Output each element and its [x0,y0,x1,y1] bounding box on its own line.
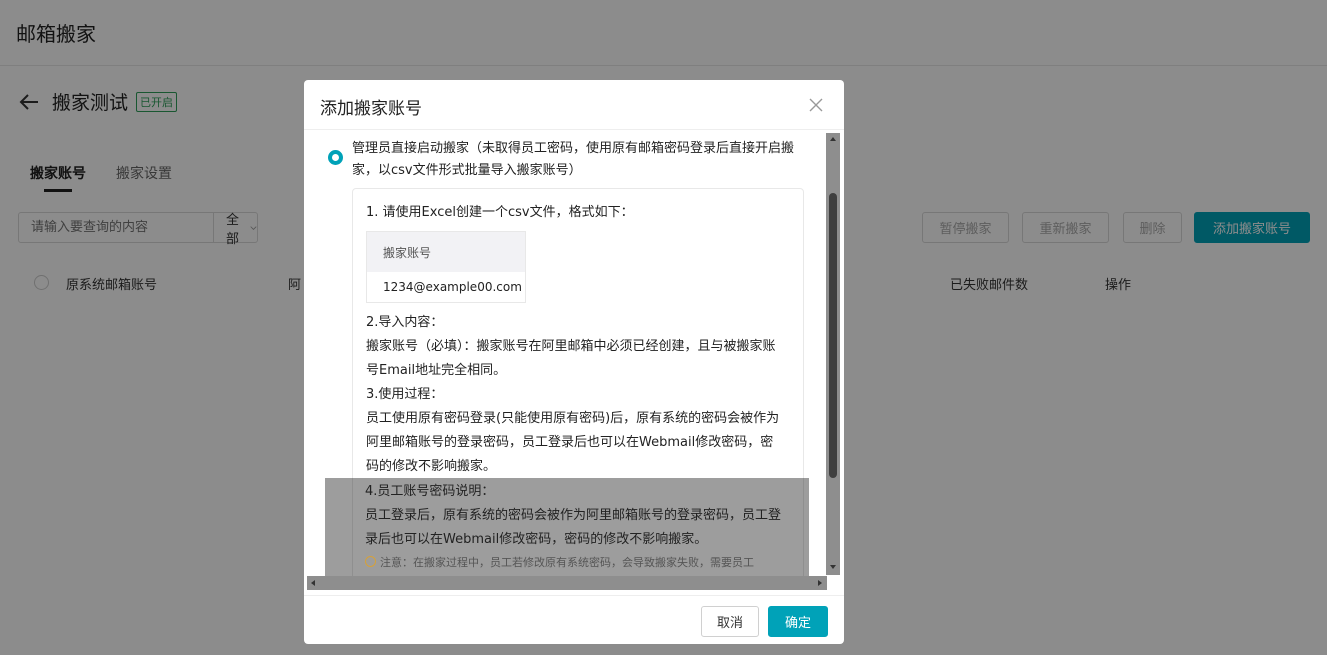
step2-title: 2.导入内容： [366,315,444,330]
vertical-scrollbar[interactable] [826,133,840,575]
radio-label: 管理员直接启动搬家（未取得员工密码，使用原有邮箱密码登录后直接开启搬家，以csv… [352,141,795,178]
modal-title: 添加搬家账号 [320,99,422,119]
radio-admin-start[interactable] [328,150,343,165]
step2-text: 搬家账号（必填）：搬家账号在阿里邮箱中必须已经创建，且与被搬家账号Email地址… [366,339,776,378]
cancel-button[interactable]: 取消 [701,606,759,637]
content-continuation: 4.员工账号密码说明： 员工登录后，原有系统的密码会被作为阿里邮箱账号的登录密码… [325,478,809,576]
step3-text: 员工使用原有密码登录(只能使用原有密码)后，原有系统的密码会被作为阿里邮箱账号的… [366,411,780,474]
warning-text: 注意：在搬家过程中，员工若修改原有系统密码，会导致搬家失败，需要员工 [365,551,790,575]
confirm-button[interactable]: 确定 [768,606,828,637]
sample-table-header: 搬家账号 [367,232,525,272]
step4-title: 4.员工账号密码说明： [365,484,495,499]
warning-label: 注意：在搬家过程中，员工若修改原有系统密码，会导致搬家失败，需要员工 [380,556,754,569]
scroll-thumb [829,193,837,478]
warning-icon [365,556,376,567]
sample-table: 搬家账号 1234@example00.com [366,231,526,303]
close-icon[interactable] [808,97,824,113]
step3-title: 3.使用过程： [366,387,444,402]
horizontal-scrollbar[interactable] [307,576,827,590]
modal-header: 添加搬家账号 [304,80,844,130]
sample-table-cell: 1234@example00.com [383,280,522,294]
highlighted-region: 管理员直接启动搬家（未取得员工密码，使用原有邮箱密码登录后直接开启搬家，以csv… [325,136,809,478]
step1-text: 1. 请使用Excel创建一个csv文件，格式如下： [366,205,634,220]
instruction-box: 1. 请使用Excel创建一个csv文件，格式如下： 搬家账号 1234@exa… [352,188,804,478]
step4-text: 员工登录后，原有系统的密码会被作为阿里邮箱账号的登录密码，员工登录后也可以在We… [365,508,782,547]
modal-footer: 取消 确定 [304,595,844,644]
